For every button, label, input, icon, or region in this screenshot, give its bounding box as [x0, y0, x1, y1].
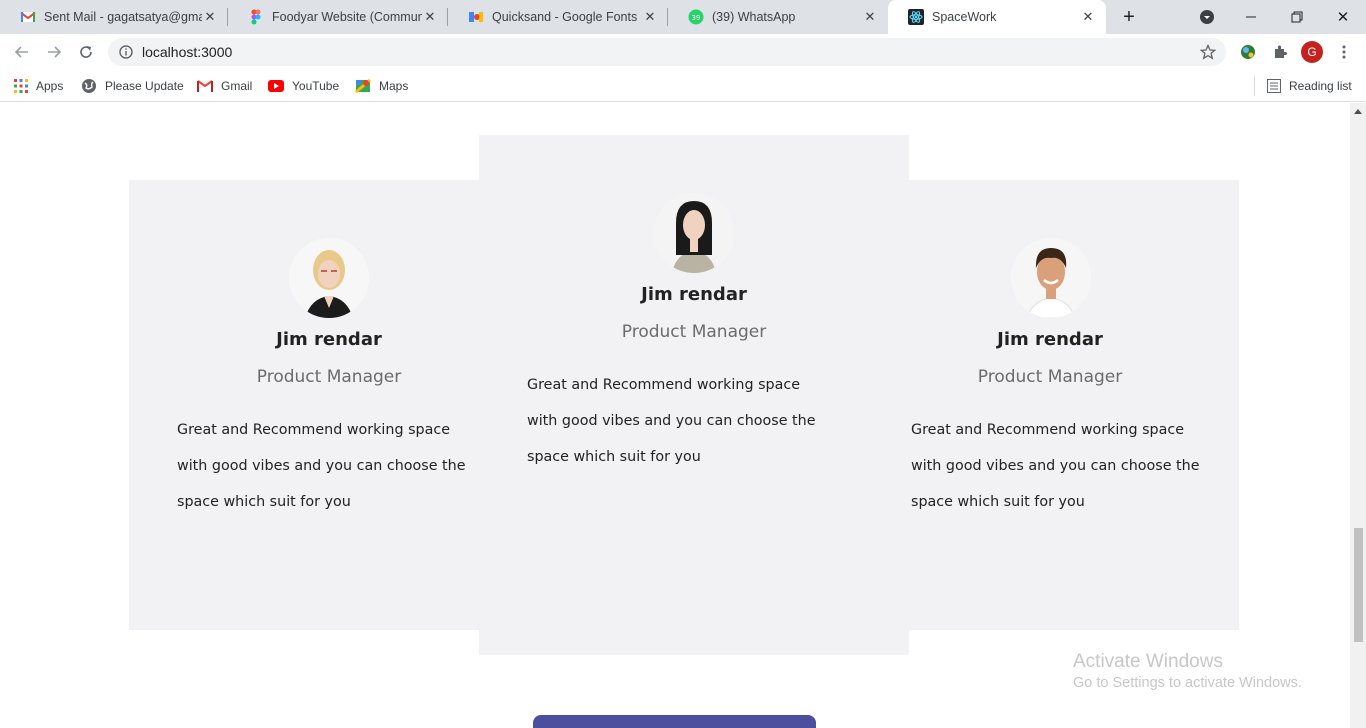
bookmark-apps[interactable]: Apps — [14, 76, 63, 96]
person-role: Product Manager — [621, 322, 767, 342]
page-scrollbar[interactable] — [1350, 103, 1366, 728]
activate-windows-watermark: Activate Windows Go to Settings to activ… — [1073, 651, 1302, 691]
info-icon[interactable] — [119, 45, 133, 59]
page-viewport: Jim rendar Product Manager Great and Rec… — [0, 103, 1350, 728]
reading-list-button[interactable]: Reading list — [1267, 76, 1352, 96]
testimonial-card: Jim rendar Product Manager Great and Rec… — [129, 180, 479, 630]
bookmark-youtube[interactable]: YouTube — [268, 76, 339, 96]
person-name: Jim rendar — [276, 329, 382, 350]
close-window-icon[interactable]: ✕ — [1328, 0, 1358, 34]
reading-list-icon — [1267, 79, 1281, 93]
testimonial-text: Great and Recommend working space with g… — [527, 377, 816, 465]
close-tab-icon[interactable]: ✕ — [422, 9, 438, 25]
scroll-up-icon[interactable] — [1354, 109, 1362, 114]
google-fonts-icon — [469, 12, 483, 22]
avatar — [289, 238, 369, 318]
bookmark-please-update[interactable]: Please Update — [81, 76, 184, 96]
cta-button[interactable] — [533, 715, 816, 728]
tab-figma[interactable]: Foodyar Website (Community) ✕ — [228, 0, 448, 34]
figma-icon — [251, 9, 261, 25]
person-name: Jim rendar — [997, 329, 1103, 350]
tab-title: SpaceWork — [932, 10, 997, 24]
maps-icon — [355, 78, 371, 94]
profile-avatar[interactable]: G — [1300, 40, 1324, 64]
person-role: Product Manager — [977, 367, 1123, 387]
avatar — [654, 193, 734, 273]
reload-icon[interactable] — [74, 40, 98, 64]
testimonial-card: Jim rendar Product Manager Great and Rec… — [479, 135, 909, 655]
testimonial-text: Great and Recommend working space with g… — [911, 422, 1200, 510]
tab-title: (39) WhatsApp — [712, 10, 796, 24]
whatsapp-icon: 39 — [688, 9, 704, 25]
url-text: localhost:3000 — [142, 44, 233, 60]
tab-gmail[interactable]: Sent Mail - gagatsatya@gmail.com ✕ — [0, 0, 228, 34]
extensions-puzzle-icon[interactable] — [1268, 40, 1292, 64]
back-icon[interactable] — [10, 40, 34, 64]
person-name: Jim rendar — [641, 284, 747, 305]
tab-title: Sent Mail - gagatsatya@gmail.com — [44, 10, 202, 24]
scrollbar-thumb[interactable] — [1354, 528, 1363, 642]
gmail-icon — [20, 12, 36, 22]
gmail-icon — [197, 80, 213, 92]
globe-icon — [82, 79, 96, 93]
tab-title: Foodyar Website (Community) — [272, 10, 422, 24]
bookmark-star-icon[interactable] — [1200, 44, 1216, 60]
minimize-icon[interactable] — [1236, 0, 1266, 34]
apps-grid-icon — [14, 79, 28, 93]
browser-toolbar: localhost:3000 G — [0, 34, 1366, 70]
address-bar[interactable]: localhost:3000 — [108, 38, 1226, 66]
bookmark-gmail[interactable]: Gmail — [197, 76, 252, 96]
testimonial-card: Jim rendar Product Manager Great and Rec… — [909, 180, 1239, 630]
tab-search-icon[interactable] — [1194, 0, 1220, 34]
new-tab-icon[interactable]: + — [1116, 0, 1142, 34]
testimonial-text: Great and Recommend working space with g… — [177, 422, 466, 510]
svg-text:39: 39 — [692, 14, 701, 22]
close-tab-icon[interactable]: ✕ — [202, 9, 218, 25]
person-role: Product Manager — [256, 367, 402, 387]
youtube-icon — [268, 80, 284, 92]
tab-whatsapp[interactable]: 39 (39) WhatsApp ✕ — [668, 0, 888, 34]
bookmarks-bar: Apps Please Update Gmail YouTube Maps Re… — [0, 70, 1366, 102]
close-tab-icon[interactable]: ✕ — [1080, 9, 1096, 25]
close-tab-icon[interactable]: ✕ — [862, 9, 878, 25]
forward-icon[interactable] — [42, 40, 66, 64]
restore-icon[interactable] — [1282, 0, 1312, 34]
tab-spacework[interactable]: SpaceWork ✕ — [888, 0, 1106, 34]
avatar — [1011, 238, 1091, 318]
more-menu-icon[interactable] — [1332, 40, 1356, 64]
bookmark-maps[interactable]: Maps — [355, 76, 408, 96]
tab-google-fonts[interactable]: Quicksand - Google Fonts ✕ — [448, 0, 668, 34]
extension-globe-icon[interactable] — [1236, 40, 1260, 64]
tab-title: Quicksand - Google Fonts — [492, 10, 638, 24]
tab-strip: Sent Mail - gagatsatya@gmail.com ✕ Foody… — [0, 0, 1366, 34]
react-icon — [908, 9, 924, 25]
close-tab-icon[interactable]: ✕ — [642, 9, 658, 25]
